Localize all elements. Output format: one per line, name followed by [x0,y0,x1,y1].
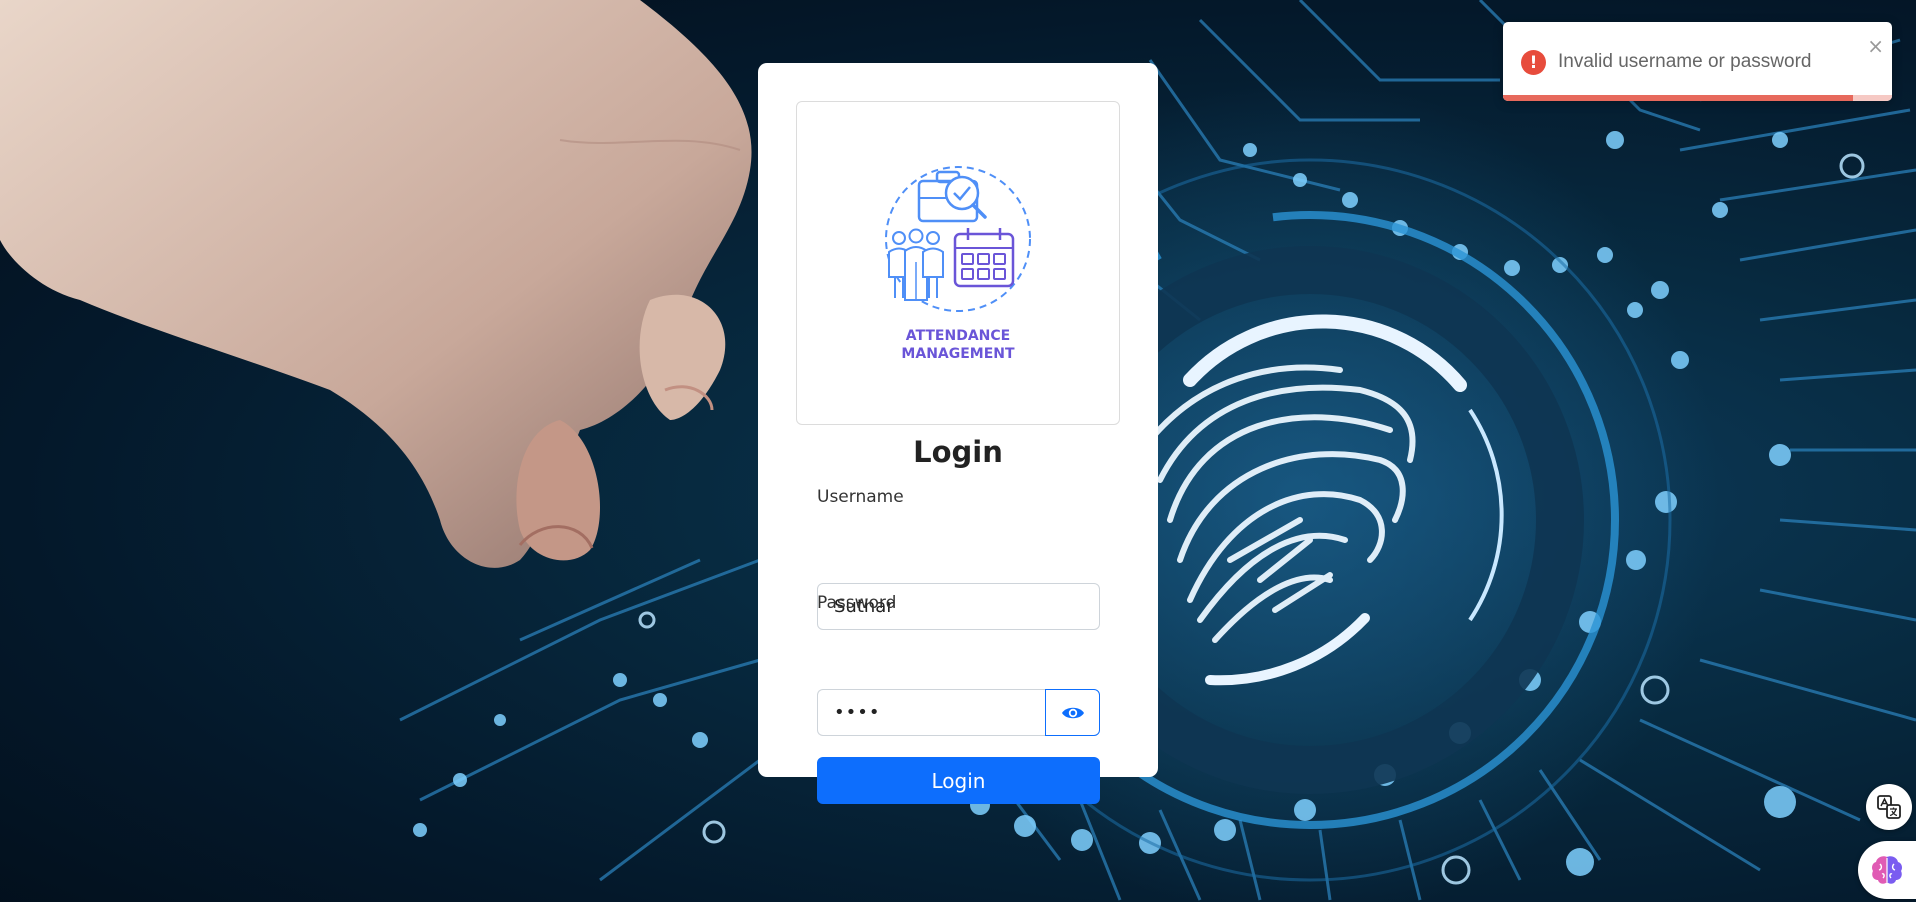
close-icon[interactable]: × [1867,36,1884,56]
password-label: Password [817,593,897,613]
login-card: ATTENDANCE MANAGEMENT Login Username Pas… [758,63,1158,804]
login-title: Login [913,435,1003,469]
username-label: Username [817,487,904,507]
assistant-button[interactable] [1858,841,1916,899]
toast-progress-bar [1503,95,1854,101]
eye-icon [1061,707,1084,718]
logo-caption-line2: MANAGEMENT [901,346,1015,362]
error-icon: ! [1521,50,1546,75]
error-toast: ! Invalid username or password × [1503,22,1892,101]
attendance-management-icon [885,166,1031,312]
translate-button[interactable] [1866,784,1912,830]
translate-icon [1877,795,1901,819]
app-logo: ATTENDANCE MANAGEMENT [796,101,1120,425]
brain-icon [1872,856,1902,884]
login-button[interactable]: Login [817,757,1100,804]
password-input[interactable] [817,689,1046,736]
password-toggle-button[interactable] [1045,689,1100,736]
toast-message: Invalid username or password [1558,51,1812,72]
logo-caption-line1: ATTENDANCE [905,328,1011,344]
